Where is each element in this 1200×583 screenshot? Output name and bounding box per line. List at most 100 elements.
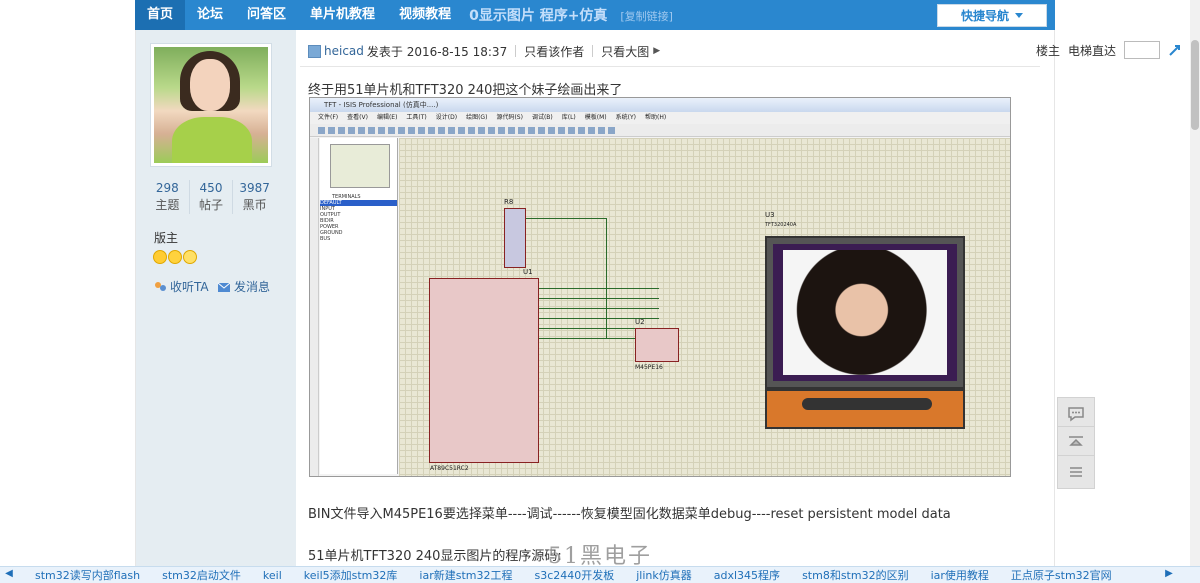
mail-icon (217, 282, 231, 292)
stat-coins-label: 黑币 (242, 198, 267, 212)
message-link[interactable]: 发消息 (217, 278, 270, 295)
author-name[interactable]: heicad (324, 44, 364, 58)
related-link[interactable]: 正点原子stm32官网 (1000, 567, 1123, 583)
only-author-link[interactable]: 只看该作者 (524, 43, 584, 60)
page-scrollbar[interactable] (1190, 0, 1200, 568)
avatar[interactable] (150, 43, 272, 167)
sim-u3-part: TFT320240A (765, 222, 797, 228)
elevator-label: 电梯直达 (1067, 43, 1116, 58)
tft-photo (783, 250, 947, 375)
post-line-2: BIN文件导入M45PE16要选择菜单----调试------恢复模型固化数据菜… (308, 507, 951, 522)
sim-resistor-pack (504, 208, 526, 268)
nav-home[interactable]: 首页 (135, 0, 186, 30)
list-icon (1070, 467, 1082, 477)
quick-nav-label: 快捷导航 (960, 9, 1009, 23)
sim-mode-toolbar (310, 138, 319, 476)
nav-video-tutorial[interactable]: 视频教程 (387, 0, 463, 30)
related-link[interactable]: jlink仿真器 (625, 567, 703, 583)
comment-icon (1068, 407, 1084, 422)
arrow-up-icon (1069, 436, 1083, 446)
large-image-link[interactable]: 只看大图 (601, 43, 649, 60)
sim-menu-item: 绘图(G) (466, 114, 488, 121)
stat-posts-value: 450 (199, 181, 223, 195)
sim-menu-item: 文件(F) (318, 114, 339, 121)
sim-toolbar (310, 124, 1010, 137)
sim-device-panel: TERMINALS DEFAULT INPUT OUTPUT BIDIR POW… (320, 138, 398, 474)
thread-title-text: 0显示图片 程序+仿真 (469, 8, 608, 24)
post-floor-tools: 楼主 电梯直达 (1036, 41, 1182, 59)
caret-right-icon: ▶ (653, 46, 661, 56)
sim-u2-part: M45PE16 (635, 364, 663, 371)
profile-stats: 298 主题 450 帖子 3987 黑币 (146, 180, 276, 214)
sim-u1-part: AT89C51RC2 (430, 465, 469, 472)
follow-icon (155, 281, 166, 291)
sim-menu-item: 系统(Y) (615, 114, 636, 121)
post-line-3: 51单片机TFT320 240显示图片的程序源码: (308, 549, 562, 564)
jump-icon[interactable] (1168, 43, 1182, 57)
related-link[interactable]: iar新建stm32工程 (408, 567, 523, 583)
related-link[interactable]: keil5添加stm32库 (293, 567, 409, 583)
floor-input[interactable] (1124, 41, 1160, 59)
header-divider (300, 66, 1040, 67)
follow-link[interactable]: 收听TA (153, 278, 209, 295)
sim-menu-bar: 文件(F) 查看(V) 编辑(E) 工具(T) 设计(D) 绘图(G) 源代码(… (310, 112, 1010, 124)
sim-u1-label: U1 (523, 268, 533, 276)
sim-flash-chip (635, 328, 679, 362)
sim-menu-item: 工具(T) (406, 114, 427, 121)
top-navigation: 首页 论坛 问答区 单片机教程 视频教程 0显示图片 程序+仿真 [复制链接] … (135, 0, 1055, 30)
follow-label: 收听TA (170, 280, 209, 294)
stat-threads[interactable]: 298 主题 (146, 180, 190, 214)
nav-forum[interactable]: 论坛 (185, 0, 235, 30)
copy-link[interactable]: [复制链接] (620, 10, 673, 23)
sim-mcu-chip (429, 278, 539, 463)
sim-menu-item: 库(L) (561, 114, 576, 121)
scrollbar-thumb[interactable] (1191, 40, 1199, 130)
thread-title: 0显示图片 程序+仿真 [复制链接] (469, 5, 673, 25)
sim-u3-label: U3 (765, 211, 775, 219)
related-link[interactable]: stm32读写内部flash (24, 567, 151, 583)
medal-icon[interactable] (153, 250, 167, 264)
star-medal-icon[interactable] (183, 250, 197, 264)
message-label: 发消息 (234, 280, 271, 294)
related-link[interactable]: adxl345程序 (703, 567, 791, 583)
stat-threads-label: 主题 (155, 198, 180, 212)
sim-tft-display (765, 236, 965, 462)
stat-posts[interactable]: 450 帖子 (190, 180, 234, 214)
scroll-left-icon[interactable]: ◀ (4, 567, 14, 581)
tft-board (765, 389, 965, 429)
medal-list (153, 250, 197, 264)
sim-menu-item: 查看(V) (347, 114, 368, 121)
list-button[interactable] (1057, 455, 1095, 489)
author-icon (308, 44, 321, 58)
stat-posts-label: 帖子 (199, 198, 224, 212)
related-link[interactable]: stm8和stm32的区别 (791, 567, 920, 583)
related-link[interactable]: keil (252, 567, 293, 583)
nav-qa[interactable]: 问答区 (235, 0, 298, 30)
related-link[interactable]: s3c2440开发板 (523, 567, 625, 583)
user-role: 版主 (154, 231, 179, 245)
moon-medal-icon[interactable] (168, 250, 182, 264)
sim-menu-item: 设计(D) (435, 114, 458, 121)
related-link[interactable]: stm32启动文件 (151, 567, 252, 583)
sim-u2-label: U2 (635, 318, 645, 326)
post-time: 发表于 2016-8-15 18:37 (366, 44, 508, 59)
sim-window-title: TFT - ISIS Professional (仿真中....) (310, 98, 1010, 112)
sim-menu-item: 帮助(H) (645, 114, 667, 121)
related-link[interactable]: iar使用教程 (920, 567, 1000, 583)
avatar-photo (154, 47, 268, 163)
post-header: heicad 发表于 2016-8-15 18:37 只看该作者 只看大图 ▶ (308, 43, 1038, 59)
scroll-right-icon[interactable]: ▶ (1164, 567, 1174, 581)
sim-menu-item: 调试(B) (531, 114, 553, 121)
related-links-bar: stm32读写内部flash stm32启动文件 keil keil5添加stm… (0, 566, 1200, 583)
sim-menu-item: 编辑(E) (376, 114, 398, 121)
nav-mcu-tutorial[interactable]: 单片机教程 (298, 0, 387, 30)
floor-owner-label: 楼主 (1035, 43, 1060, 58)
sim-list-item: BUS (320, 236, 331, 242)
stat-coins[interactable]: 3987 黑币 (233, 180, 276, 214)
sim-menu-item: 模板(M) (584, 114, 607, 121)
chevron-down-icon (1015, 13, 1023, 18)
post-line-1: 终于用51单片机和TFT320 240把这个妹子绘画出来了 (308, 83, 623, 98)
stat-coins-value: 3987 (239, 181, 270, 195)
quick-nav-button[interactable]: 快捷导航 (937, 4, 1047, 27)
simulation-screenshot[interactable]: TFT - ISIS Professional (仿真中....) 文件(F) … (309, 97, 1011, 477)
